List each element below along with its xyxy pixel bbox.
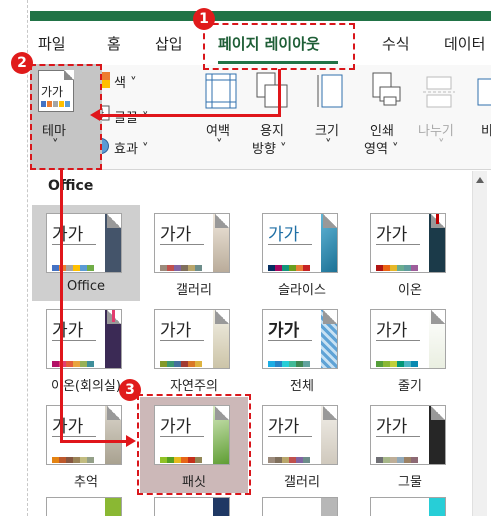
theme-preview-organic: 가가 <box>154 309 230 369</box>
theme-preview-retrospect: 가가 <box>46 405 122 465</box>
theme-label-mesh: 그물 <box>398 475 422 490</box>
breaks-chevron[interactable]: ˅ <box>438 138 445 153</box>
theme-preview-vapor: 가가 <box>370 309 446 369</box>
theme-label-vapor: 줄기 <box>398 379 422 394</box>
theme-tile-ion[interactable]: 가가 이온 <box>356 205 464 301</box>
arrow-line-1b <box>100 114 281 117</box>
theme-tile-gallery-2[interactable]: 가가 갤러리 <box>248 397 356 493</box>
theme-preview-integral: 가가 <box>262 309 338 369</box>
breaks-button[interactable]: 나누기 <box>418 120 454 139</box>
theme-preview-office: 가가 <box>46 213 122 273</box>
theme-label-slice: 슬라이스 <box>278 283 326 298</box>
arrow-line-2a <box>60 170 63 442</box>
theme-preview-gallery-2: 가가 <box>262 405 338 465</box>
theme-tile-organic[interactable]: 가가 자연주의 <box>140 301 248 397</box>
theme-label-office: Office <box>67 279 105 294</box>
highlight-facet-theme <box>137 394 251 495</box>
theme-tile-slice[interactable]: 가가 슬라이스 <box>248 205 356 301</box>
orientation-dropdown[interactable]: 방향 ˅ <box>252 138 287 157</box>
size-chevron[interactable]: ˅ <box>325 138 332 153</box>
gallery-scrollbar[interactable] <box>472 171 487 516</box>
scroll-up-icon[interactable] <box>476 177 484 183</box>
tab-insert[interactable]: 삽입 <box>155 33 183 54</box>
themes-gallery: Office 가가 Office 가가 갤러리 가가 슬라이스 가가 이온 가가… <box>30 171 489 516</box>
margins-chevron[interactable]: ˅ <box>216 138 223 153</box>
theme-tile-vapor[interactable]: 가가 줄기 <box>356 301 464 397</box>
theme-preview-row4-1[interactable] <box>46 497 122 516</box>
arrow-head-1 <box>90 109 100 121</box>
tab-file[interactable]: 파일 <box>38 33 66 54</box>
margins-icon <box>205 73 237 109</box>
step-badge-3: 3 <box>119 379 141 401</box>
theme-tile-gallery[interactable]: 가가 갤러리 <box>140 205 248 301</box>
theme-label-integral: 전체 <box>290 379 314 394</box>
size-button[interactable]: 크기 <box>315 120 339 139</box>
theme-tile-integral[interactable]: 가가 전체 <box>248 301 356 397</box>
background-icon <box>476 77 491 107</box>
orientation-button[interactable]: 용지 <box>260 120 284 139</box>
size-icon <box>316 73 344 109</box>
theme-tile-retrospect[interactable]: 가가 추억 <box>32 397 140 493</box>
theme-preview-slice: 가가 <box>262 213 338 273</box>
print-area-dropdown[interactable]: 영역 ˅ <box>364 138 399 157</box>
theme-preview-gallery: 가가 <box>154 213 230 273</box>
highlight-page-layout-tab <box>203 23 355 70</box>
theme-label-gallery-2: 갤러리 <box>284 475 320 490</box>
tab-data[interactable]: 데이터 <box>444 33 485 54</box>
tab-formulas[interactable]: 수식 <box>382 33 410 54</box>
theme-label-retrospect: 추억 <box>74 475 98 490</box>
step-badge-1: 1 <box>193 8 215 30</box>
print-area-button[interactable]: 인쇄 <box>370 120 394 139</box>
effects-button[interactable]: 효과 ˅ <box>114 138 149 157</box>
step-badge-2: 2 <box>11 52 33 74</box>
arrow-line-2b <box>60 440 128 443</box>
arrow-line-1a <box>278 69 281 117</box>
gallery-section-title: Office <box>48 178 94 194</box>
theme-label-organic: 자연주의 <box>170 379 218 394</box>
background-button-clipped[interactable]: 비 <box>481 120 491 139</box>
title-bar-strip <box>30 11 491 21</box>
breaks-icon <box>423 75 455 109</box>
theme-preview-row4-2[interactable] <box>154 497 230 516</box>
theme-preview-ion-boardroom: 가가 <box>46 309 122 369</box>
print-area-icon <box>370 71 402 109</box>
tab-home[interactable]: 홈 <box>107 33 121 54</box>
theme-tile-office[interactable]: 가가 Office <box>32 205 140 301</box>
orientation-icon <box>255 71 289 109</box>
theme-preview-ion: 가가 <box>370 213 446 273</box>
margins-button[interactable]: 여백 <box>206 120 230 139</box>
theme-preview-row4-4[interactable] <box>370 497 446 516</box>
window-left-edge <box>0 0 30 516</box>
theme-preview-mesh: 가가 <box>370 405 446 465</box>
theme-label-ion: 이온 <box>398 283 422 298</box>
colors-button[interactable]: 색 ˅ <box>114 72 137 91</box>
theme-preview-row4-3[interactable] <box>262 497 338 516</box>
arrow-head-2 <box>126 435 136 447</box>
theme-label-gallery: 갤러리 <box>176 283 212 298</box>
theme-tile-mesh[interactable]: 가가 그물 <box>356 397 464 493</box>
